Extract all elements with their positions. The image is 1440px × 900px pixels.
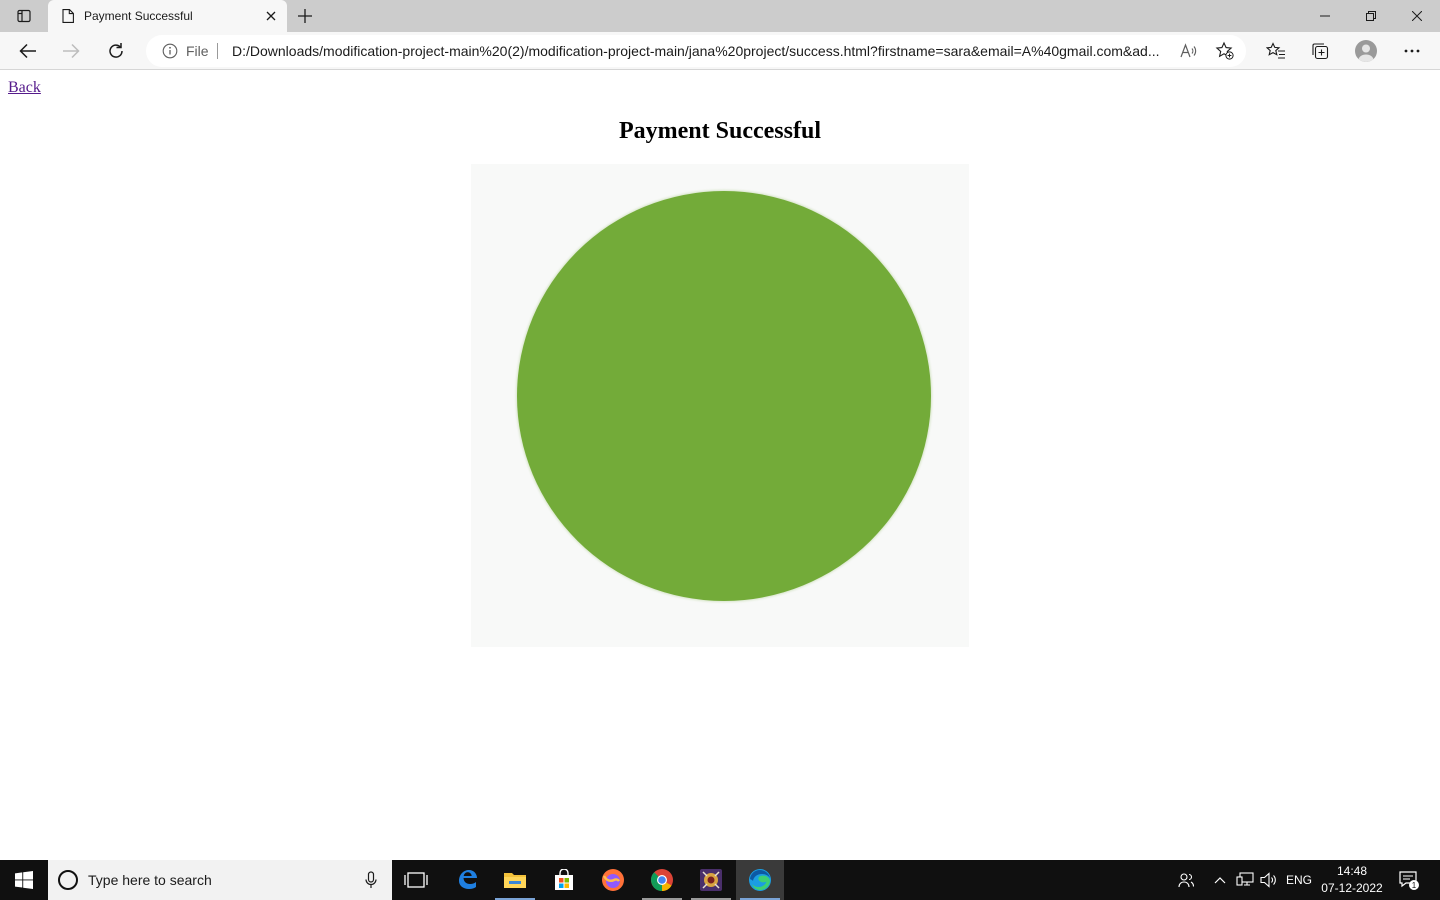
address-divider [217,43,218,59]
back-arrow-icon[interactable] [12,35,44,67]
forward-arrow-icon[interactable] [55,35,87,67]
search-placeholder: Type here to search [88,872,212,888]
browser-toolbar: File D:/Downloads/modification-project-m… [0,32,1440,70]
store-icon[interactable] [540,860,588,900]
info-icon[interactable] [162,43,178,59]
tab-strip: Payment Successful [0,0,1440,32]
collections-icon[interactable] [1304,35,1336,67]
language-indicator[interactable]: ENG [1284,860,1314,900]
restore-icon[interactable] [1348,0,1394,32]
tab-title: Payment Successful [84,9,193,23]
page-content: Back Payment Successful [0,71,1440,860]
close-window-icon[interactable] [1394,0,1440,32]
more-menu-icon[interactable] [1396,35,1428,67]
tab-actions-icon[interactable] [6,4,42,28]
volume-icon[interactable] [1258,860,1280,900]
edge-icon[interactable] [736,860,784,900]
notification-icon[interactable]: 1 [1396,860,1422,900]
success-circle [517,191,931,601]
back-link[interactable]: Back [8,79,41,97]
chevron-up-icon[interactable] [1210,860,1230,900]
favorites-icon[interactable] [1260,35,1292,67]
address-scheme-label: File [186,43,209,59]
network-icon[interactable] [1234,860,1256,900]
taskbar-clock[interactable]: 14:48 07-12-2022 [1318,863,1386,897]
clock-date: 07-12-2022 [1321,881,1383,895]
profile-avatar[interactable] [1355,40,1377,62]
windows-start-icon[interactable] [0,860,48,900]
notification-count: 1 [1412,881,1417,890]
task-view-icon[interactable] [392,860,440,900]
minimize-icon[interactable] [1302,0,1348,32]
add-favorite-icon[interactable] [1215,41,1235,61]
read-aloud-icon[interactable] [1179,41,1199,61]
chrome-icon[interactable] [638,860,686,900]
address-bar[interactable]: File D:/Downloads/modification-project-m… [146,35,1246,67]
clock-time: 14:48 [1336,864,1368,878]
refresh-icon[interactable] [100,35,132,67]
close-tab-icon[interactable] [263,8,279,24]
url-text[interactable]: D:/Downloads/modification-project-main%2… [232,43,1172,59]
search-icon [58,870,78,890]
microphone-icon[interactable] [362,870,380,890]
taskbar-search[interactable]: Type here to search [48,860,392,900]
game-app-icon[interactable] [687,860,735,900]
firefox-icon[interactable] [589,860,637,900]
new-tab-icon[interactable] [293,4,317,28]
page-title: Payment Successful [619,118,821,144]
browser-tab[interactable]: Payment Successful [48,0,287,32]
page-favicon-icon [60,8,76,24]
people-icon[interactable] [1174,860,1198,900]
success-image [471,164,969,647]
file-explorer-icon[interactable] [491,860,539,900]
edge-legacy-icon[interactable] [443,860,491,900]
taskbar: Type here to search ENG 14:48 07-12-2022… [0,860,1440,900]
